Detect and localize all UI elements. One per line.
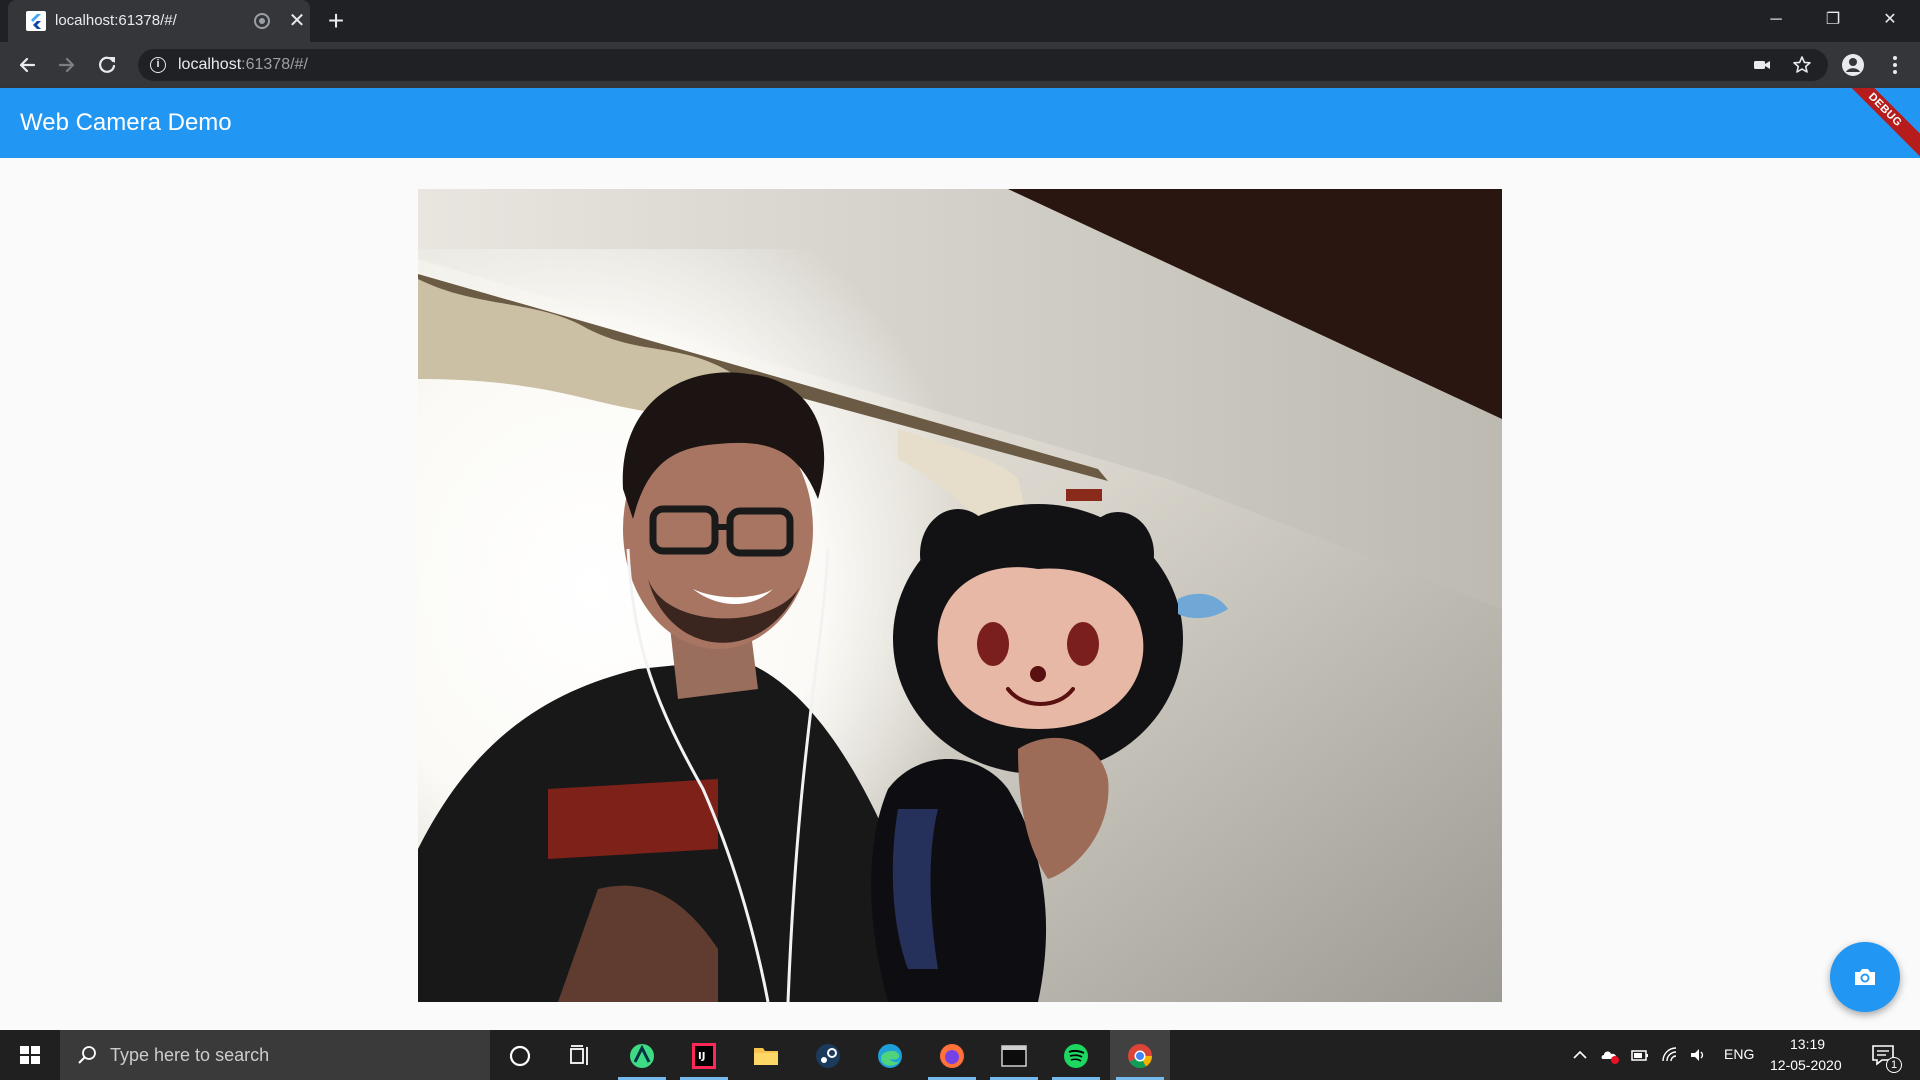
taskbar-spotify[interactable] xyxy=(1046,1030,1106,1080)
browser-tab-strip: localhost:61378/#/ ✕ + ─ ❐ ✕ xyxy=(0,0,1920,42)
capture-photo-button[interactable] xyxy=(1830,942,1900,1012)
browser-toolbar: i localhost:61378/#/ xyxy=(0,42,1920,88)
input-language[interactable]: ENG xyxy=(1724,1046,1754,1062)
taskbar-intellij[interactable]: IJ xyxy=(674,1030,734,1080)
chrome-icon xyxy=(1128,1044,1152,1069)
close-tab-button[interactable]: ✕ xyxy=(286,10,308,32)
taskbar-chrome[interactable] xyxy=(1110,1030,1170,1080)
new-tab-button[interactable]: + xyxy=(322,7,350,36)
url-text[interactable]: localhost:61378/#/ xyxy=(178,56,308,74)
camera-icon xyxy=(1855,969,1875,985)
steam-icon xyxy=(816,1044,840,1068)
taskbar-android-studio[interactable] xyxy=(612,1030,672,1080)
forward-arrow-icon[interactable] xyxy=(50,48,84,82)
taskbar-edge[interactable] xyxy=(860,1030,920,1080)
windows-start-icon[interactable] xyxy=(0,1030,60,1080)
media-recording-icon[interactable] xyxy=(254,13,270,29)
battery-icon[interactable] xyxy=(1630,1045,1650,1065)
taskbar-firefox[interactable] xyxy=(922,1030,982,1080)
back-arrow-icon[interactable] xyxy=(10,48,44,82)
tab-title: localhost:61378/#/ xyxy=(55,12,177,29)
folder-icon xyxy=(754,1048,778,1065)
browser-tab[interactable]: localhost:61378/#/ ✕ xyxy=(8,0,310,42)
cortana-button[interactable] xyxy=(490,1030,550,1080)
app-body xyxy=(0,158,1920,1030)
flutter-favicon-icon xyxy=(26,11,46,31)
android-studio-icon xyxy=(630,1044,654,1068)
browser-menu-icon[interactable] xyxy=(1882,52,1908,78)
close-window-button[interactable]: ✕ xyxy=(1862,0,1918,40)
task-view-button[interactable] xyxy=(550,1030,610,1080)
onedrive-error-icon[interactable] xyxy=(1600,1045,1620,1065)
clock-time[interactable]: 13:19 xyxy=(1790,1036,1825,1052)
wifi-icon[interactable] xyxy=(1660,1045,1680,1065)
chevron-up-icon[interactable] xyxy=(1570,1045,1590,1065)
webcam-video-feed xyxy=(418,189,1502,1002)
camera-preview xyxy=(418,189,1502,1002)
svg-text:IJ: IJ xyxy=(698,1051,705,1062)
taskbar-search-box[interactable]: Type here to search xyxy=(60,1030,490,1080)
app-title: Web Camera Demo xyxy=(20,109,232,136)
search-placeholder: Type here to search xyxy=(110,1045,270,1065)
edge-icon xyxy=(878,1044,902,1068)
taskbar-file-explorer[interactable] xyxy=(736,1030,796,1080)
notification-count-badge: 1 xyxy=(1886,1057,1902,1073)
app-bar: Web Camera Demo DEBUG xyxy=(0,88,1920,158)
windows-taskbar: Type here to search IJ ENG 13:19 12-05-2… xyxy=(0,1030,1920,1080)
profile-avatar-icon[interactable] xyxy=(1840,52,1866,78)
address-bar[interactable]: i localhost:61378/#/ xyxy=(138,49,1828,81)
debug-banner: DEBUG xyxy=(1826,88,1920,158)
url-host: localhost xyxy=(178,56,242,73)
cortana-icon xyxy=(509,1045,531,1067)
taskbar-terminal[interactable] xyxy=(984,1030,1044,1080)
url-path: :61378/#/ xyxy=(241,56,308,73)
site-info-icon[interactable]: i xyxy=(150,57,166,73)
intellij-idea-icon: IJ xyxy=(692,1043,716,1069)
minimize-button[interactable]: ─ xyxy=(1748,0,1804,40)
reload-icon[interactable] xyxy=(90,48,124,82)
bookmark-star-icon[interactable] xyxy=(1792,55,1812,75)
camera-in-use-icon[interactable] xyxy=(1752,55,1772,75)
task-view-icon xyxy=(570,1045,588,1065)
volume-icon[interactable] xyxy=(1688,1045,1708,1065)
spotify-icon xyxy=(1064,1044,1088,1068)
search-icon xyxy=(78,1046,96,1064)
restore-button[interactable]: ❐ xyxy=(1805,0,1861,40)
terminal-icon xyxy=(1001,1045,1027,1067)
taskbar-steam[interactable] xyxy=(798,1030,858,1080)
firefox-icon xyxy=(940,1044,964,1068)
clock-date[interactable]: 12-05-2020 xyxy=(1770,1057,1842,1073)
